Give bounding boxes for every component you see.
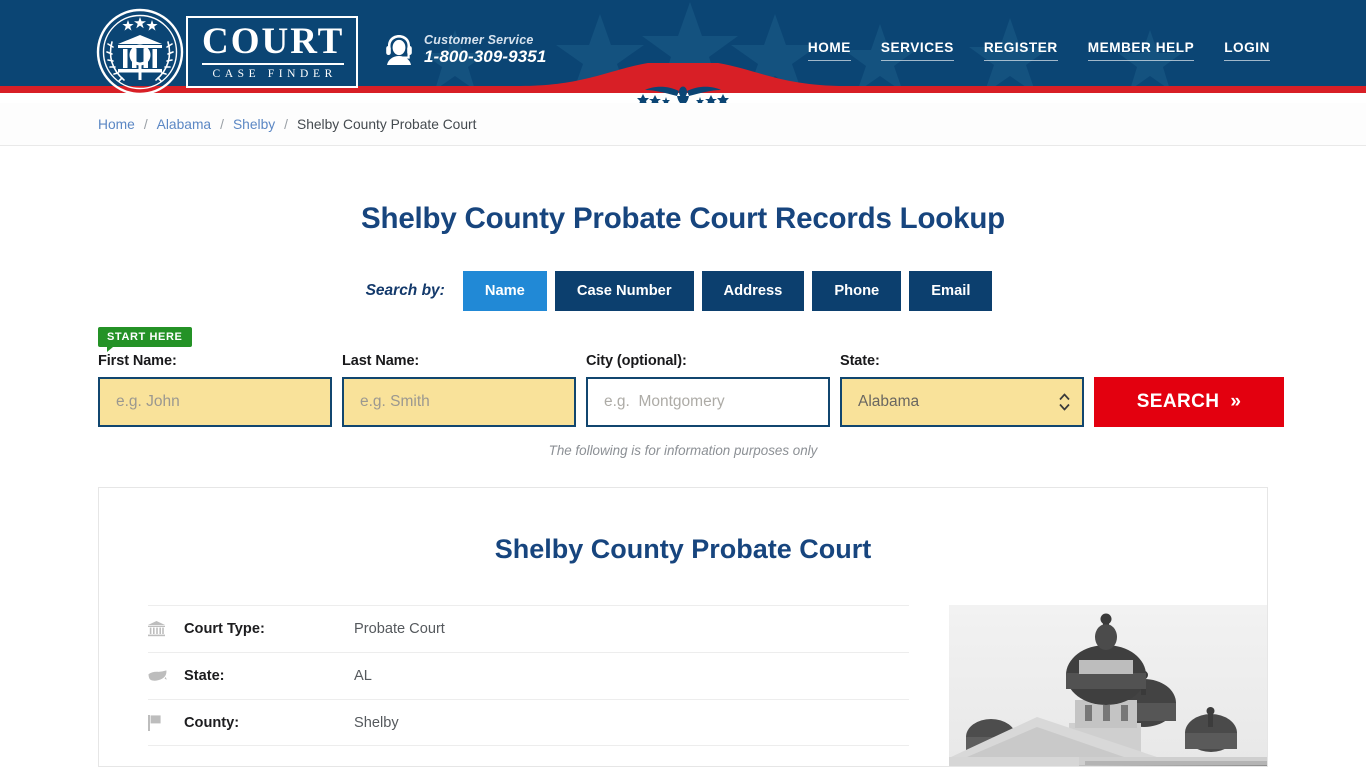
site-logo[interactable]: COURT CASE FINDER — [96, 8, 359, 96]
detail-label: Court Type: — [184, 621, 265, 637]
first-name-input[interactable] — [98, 377, 332, 427]
breadcrumb-item-shelby[interactable]: Shelby — [233, 117, 275, 132]
breadcrumb-item-home[interactable]: Home — [98, 117, 135, 132]
last-name-input[interactable] — [342, 377, 576, 427]
nav-item-home[interactable]: HOME — [807, 40, 851, 61]
city-field-group: City (optional): — [586, 353, 830, 427]
court-card-body: Court Type: Probate Court State: AL Coun… — [99, 605, 1267, 766]
state-select[interactable]: Alabama — [840, 377, 1084, 427]
us-map-icon — [148, 669, 184, 683]
detail-label: County: — [184, 714, 240, 731]
logo-brand-text: COURT — [202, 23, 345, 66]
headset-support-icon — [386, 35, 412, 65]
state-field-group: State: Alabama — [840, 353, 1084, 427]
page-title: Shelby County Probate Court Records Look… — [361, 202, 1005, 235]
last-name-field-group: Last Name: — [342, 353, 576, 427]
detail-value: Probate Court — [354, 621, 445, 637]
nav-item-register[interactable]: REGISTER — [983, 40, 1058, 61]
detail-value: Shelby — [354, 714, 399, 731]
breadcrumb-separator: / — [143, 116, 148, 132]
city-input[interactable] — [586, 377, 830, 427]
breadcrumb: Home / Alabama / Shelby / Shelby County … — [98, 117, 476, 132]
table-row: State: AL — [148, 652, 909, 699]
breadcrumb-separator: / — [220, 116, 224, 132]
customer-service-phone[interactable]: 1-800-309-9351 — [424, 47, 546, 67]
tab-email[interactable]: Email — [909, 271, 993, 311]
court-card-title: Shelby County Probate Court — [494, 534, 872, 564]
search-by-tabs: Search by: Name Case Number Address Phon… — [0, 271, 1366, 311]
info-purposes-note: The following is for information purpose… — [548, 443, 818, 458]
logo-tagline-text: CASE FINDER — [212, 68, 337, 81]
nav-item-login[interactable]: LOGIN — [1224, 40, 1270, 61]
table-row: County: Shelby — [148, 699, 909, 746]
breadcrumb-bar: Home / Alabama / Shelby / Shelby County … — [0, 103, 1366, 146]
breadcrumb-item-current: Shelby County Probate Court — [297, 116, 477, 132]
search-form: START HERE First Name: Last Name: City (… — [0, 327, 1366, 427]
court-details-table: Court Type: Probate Court State: AL Coun… — [148, 605, 909, 766]
site-header: COURT CASE FINDER Customer Service 1-800… — [0, 0, 1366, 103]
nav-item-member-help[interactable]: MEMBER HELP — [1087, 40, 1195, 61]
search-by-label: Search by: — [365, 282, 445, 299]
tab-case-number[interactable]: Case Number — [554, 271, 694, 311]
search-button-label: SEARCH — [1136, 391, 1220, 412]
tab-address[interactable]: Address — [701, 271, 805, 311]
court-info-card: Shelby County Probate Court Court Type: … — [98, 487, 1268, 767]
breadcrumb-item-alabama[interactable]: Alabama — [157, 117, 211, 132]
search-fields-row: First Name: Last Name: City (optional): … — [98, 353, 1284, 427]
state-label: State: — [840, 353, 880, 369]
city-label: City (optional): — [586, 353, 687, 369]
customer-service-label: Customer Service — [424, 33, 534, 48]
courthouse-photo — [949, 605, 1267, 766]
detail-label: State: — [184, 668, 225, 684]
main-navigation: HOME SERVICES REGISTER MEMBER HELP LOGIN — [807, 40, 1270, 61]
tab-name[interactable]: Name — [462, 271, 547, 311]
first-name-field-group: First Name: — [98, 353, 332, 427]
first-name-label: First Name: — [98, 353, 177, 369]
double-chevron-right-icon: » — [1230, 391, 1242, 412]
search-button[interactable]: SEARCH » — [1094, 377, 1284, 427]
court-seal-icon — [96, 8, 184, 96]
detail-value: AL — [354, 668, 372, 684]
flag-icon — [148, 714, 184, 731]
tab-phone[interactable]: Phone — [812, 271, 902, 311]
breadcrumb-separator: / — [284, 116, 288, 132]
table-row: Court Type: Probate Court — [148, 605, 909, 652]
customer-service-block: Customer Service 1-800-309-9351 — [383, 33, 546, 67]
start-here-badge: START HERE — [98, 327, 193, 352]
last-name-label: Last Name: — [342, 353, 420, 369]
nav-item-services[interactable]: SERVICES — [880, 40, 954, 61]
bank-icon — [148, 621, 184, 637]
